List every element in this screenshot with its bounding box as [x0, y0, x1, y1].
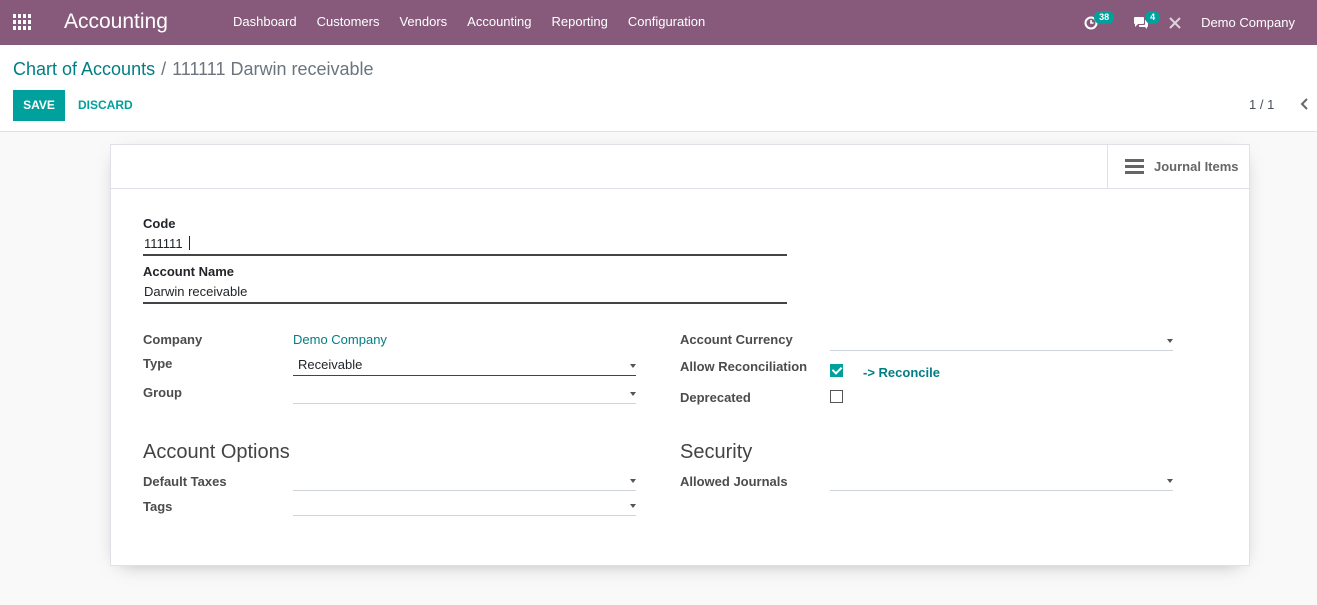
discard-button[interactable]: DISCARD	[78, 90, 133, 121]
tags-label: Tags	[143, 499, 173, 514]
company-switcher[interactable]: Demo Company	[1201, 15, 1295, 30]
group-label: Group	[143, 385, 182, 400]
debug-tools-button[interactable]	[1168, 0, 1188, 45]
default-taxes-label: Default Taxes	[143, 474, 227, 489]
messages-button[interactable]: 4	[1128, 0, 1168, 45]
caret-down-icon	[630, 504, 636, 508]
main-menu: Dashboard Customers Vendors Accounting R…	[233, 14, 725, 29]
apps-grid-icon[interactable]	[13, 14, 31, 30]
deprecated-label: Deprecated	[680, 390, 751, 405]
chevron-left-icon[interactable]	[1299, 97, 1311, 111]
breadcrumb: Chart of Accounts /111111 Darwin receivab…	[13, 59, 374, 80]
pager-value: 1 / 1	[1249, 97, 1275, 112]
journal-items-button[interactable]: Journal Items	[1107, 145, 1249, 188]
deprecated-checkbox[interactable]	[830, 390, 843, 403]
message-count-badge: 4	[1145, 11, 1161, 24]
allowed-journals-label: Allowed Journals	[680, 474, 788, 489]
list-bars-icon	[1125, 159, 1144, 174]
allow-reconciliation-label: Allow Reconciliation	[680, 359, 808, 374]
activity-button[interactable]: 38	[1078, 0, 1128, 45]
breadcrumb-current: 111111 Darwin receivable	[172, 59, 374, 79]
control-panel: Chart of Accounts /111111 Darwin receivab…	[0, 45, 1317, 132]
menu-item-configuration[interactable]: Configuration	[628, 14, 705, 29]
type-label: Type	[143, 356, 173, 371]
code-label: Code	[143, 216, 176, 231]
tags-select[interactable]	[293, 494, 636, 516]
caret-down-icon	[630, 392, 636, 396]
top-navbar: Accounting Dashboard Customers Vendors A…	[0, 0, 1317, 45]
text-cursor	[189, 236, 190, 250]
caret-down-icon	[1167, 339, 1173, 343]
group-select[interactable]	[293, 382, 636, 404]
security-title: Security	[680, 441, 753, 463]
default-taxes-select[interactable]	[293, 469, 636, 491]
breadcrumb-separator: /	[161, 59, 167, 79]
menu-item-vendors[interactable]: Vendors	[399, 14, 447, 29]
activity-count-badge: 38	[1094, 11, 1115, 24]
journal-items-label: Journal Items	[1154, 159, 1239, 174]
breadcrumb-chart-of-accounts[interactable]: Chart of Accounts	[13, 59, 155, 79]
code-input[interactable]	[143, 232, 787, 256]
menu-item-customers[interactable]: Customers	[317, 14, 380, 29]
button-box: Journal Items	[111, 145, 1249, 189]
menu-item-reporting[interactable]: Reporting	[552, 14, 608, 29]
systray: 38 4 Demo Company	[1078, 0, 1317, 45]
account-currency-label: Account Currency	[680, 332, 793, 347]
caret-down-icon	[1167, 479, 1173, 483]
account-currency-select[interactable]	[830, 329, 1173, 351]
allowed-journals-select[interactable]	[830, 469, 1173, 491]
company-value-link[interactable]: Demo Company	[293, 332, 387, 347]
menu-item-accounting[interactable]: Accounting	[467, 14, 531, 29]
account-name-label: Account Name	[143, 264, 235, 279]
caret-down-icon	[630, 479, 636, 483]
form-sheet: Journal Items Code Account Name Company …	[110, 144, 1250, 566]
app-title[interactable]: Accounting	[64, 10, 168, 34]
account-name-input[interactable]	[143, 280, 787, 304]
allow-reconciliation-checkbox[interactable]	[830, 364, 843, 377]
save-button[interactable]: SAVE	[13, 90, 65, 121]
tools-icon	[1169, 16, 1181, 29]
type-value: Receivable	[298, 357, 363, 372]
account-options-title: Account Options	[143, 441, 290, 463]
caret-down-icon	[630, 364, 636, 368]
type-select[interactable]: Receivable	[293, 354, 636, 376]
reconcile-button[interactable]: -> Reconcile	[863, 365, 940, 380]
menu-item-dashboard[interactable]: Dashboard	[233, 14, 297, 29]
company-label: Company	[143, 332, 203, 347]
